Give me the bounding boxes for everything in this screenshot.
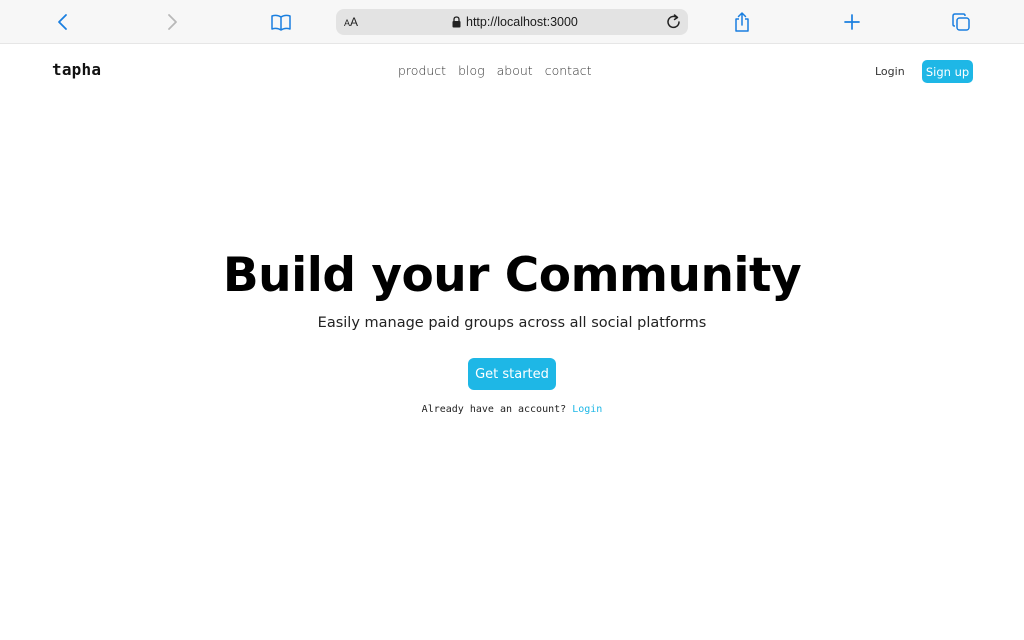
account-prompt: Already have an account? Login (0, 403, 1024, 417)
book-icon (271, 14, 291, 31)
tabs-button[interactable] (949, 10, 973, 34)
hero-subtitle: Easily manage paid groups across all soc… (317, 315, 707, 331)
nav-about[interactable]: about (497, 63, 533, 78)
tabs-icon (952, 13, 970, 31)
site-header: tapha product blog about contact Login S… (0, 44, 1024, 100)
signup-button[interactable]: Sign up (922, 60, 973, 83)
new-tab-button[interactable] (840, 10, 864, 34)
logo[interactable]: tapha (52, 60, 101, 79)
browser-toolbar: AA http://localhost:3000 (0, 0, 1024, 44)
nav-product[interactable]: product (398, 63, 446, 78)
url-text: http://localhost:3000 (466, 15, 578, 29)
main-nav: product blog about contact (398, 63, 592, 78)
back-button[interactable] (51, 10, 75, 34)
nav-blog[interactable]: blog (458, 63, 485, 78)
forward-button[interactable] (160, 10, 184, 34)
get-started-button[interactable]: Get started (468, 358, 556, 390)
share-icon (735, 12, 749, 32)
address-bar[interactable]: AA http://localhost:3000 (336, 9, 688, 35)
chevron-right-icon (168, 14, 177, 30)
url-display: http://localhost:3000 (452, 14, 578, 30)
header-login-link[interactable]: Login (875, 65, 905, 78)
share-button[interactable] (730, 10, 754, 34)
hero-title: Build your Community (222, 248, 802, 303)
chevron-left-icon (58, 14, 67, 30)
reload-icon[interactable] (665, 13, 683, 31)
account-prompt-text: Already have an account? (421, 404, 567, 415)
bookmarks-button[interactable] (269, 10, 293, 34)
account-login-link[interactable]: Login (572, 404, 602, 415)
lock-icon (452, 16, 461, 28)
plus-icon (844, 14, 860, 30)
nav-contact[interactable]: contact (545, 63, 592, 78)
reader-button[interactable]: AA (344, 15, 358, 30)
